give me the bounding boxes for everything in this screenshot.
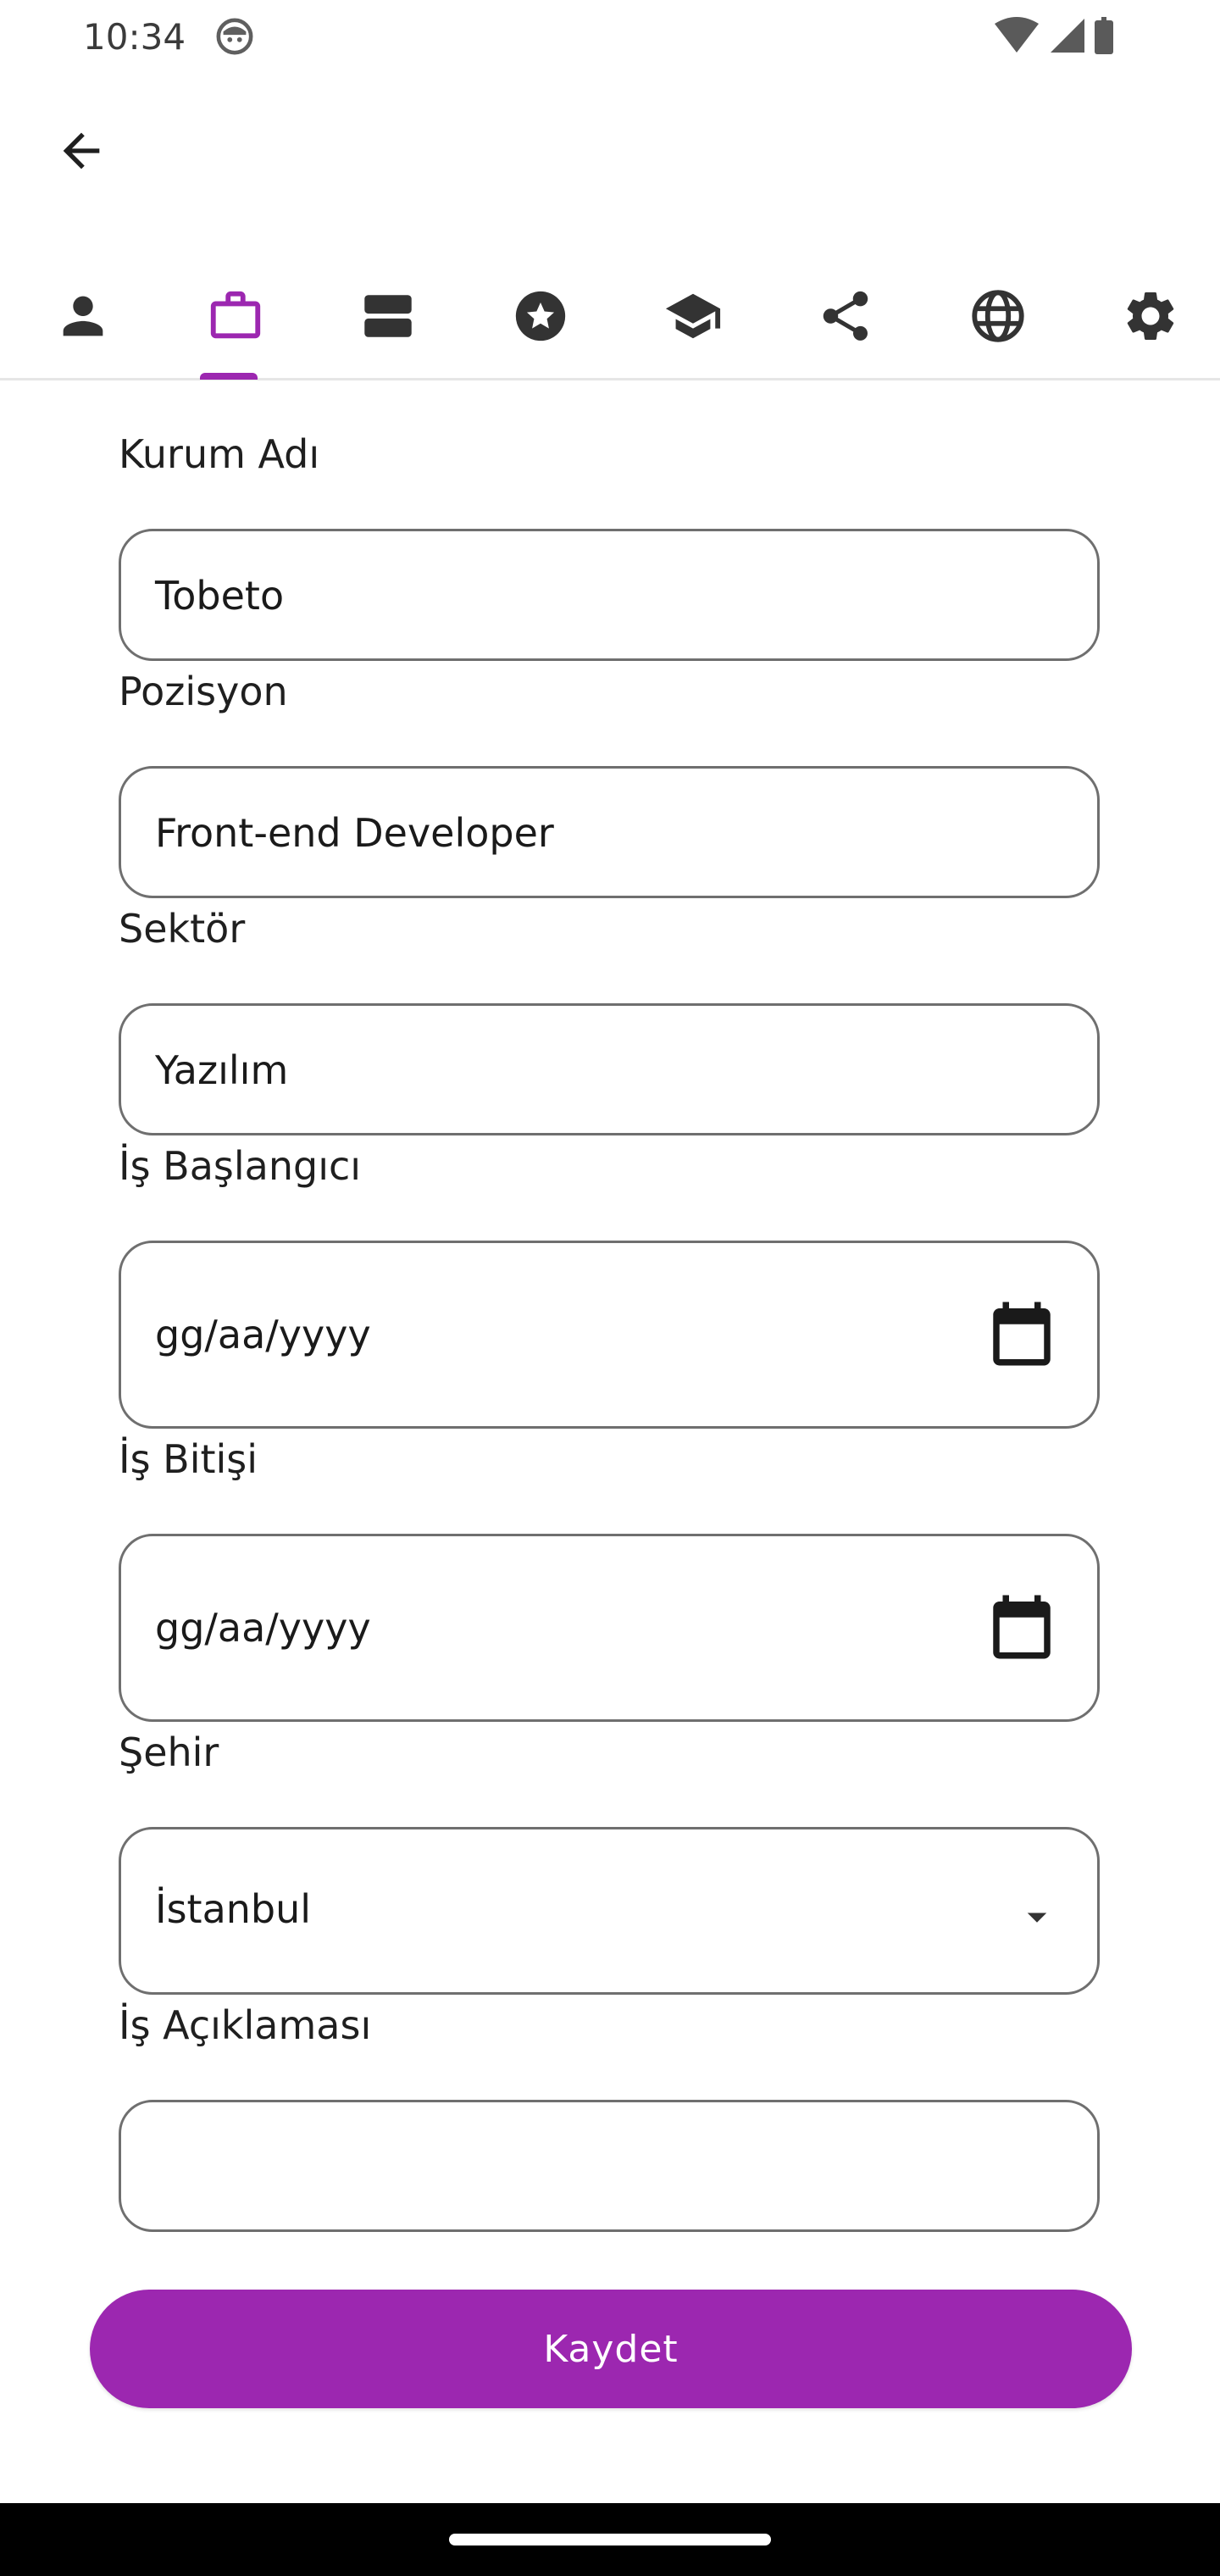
tab-skills[interactable]: [490, 254, 591, 378]
calendar-icon[interactable]: [984, 1296, 1060, 1372]
status-bar: 10:34: [0, 0, 1220, 76]
star-badge-icon: [515, 291, 566, 341]
description-field[interactable]: [119, 2100, 1100, 2232]
home-handle[interactable]: [449, 2534, 771, 2545]
end-date-label: İş Bitişi: [119, 1436, 258, 1482]
storage-icon: [364, 295, 412, 337]
tab-education[interactable]: [642, 254, 744, 378]
tab-settings[interactable]: [1100, 254, 1201, 378]
globe-icon: [972, 290, 1024, 342]
company-value: Tobeto: [155, 573, 285, 619]
start-date-label: İş Başlangıcı: [119, 1143, 362, 1189]
system-status-icons: [995, 17, 1113, 54]
back-button[interactable]: [46, 115, 117, 186]
description-label: İş Açıklaması: [119, 2002, 372, 2048]
city-value: İstanbul: [155, 1886, 312, 1932]
position-field[interactable]: Front-end Developer: [119, 766, 1100, 898]
sector-field[interactable]: Yazılım: [119, 1003, 1100, 1135]
city-dropdown[interactable]: İstanbul: [119, 1827, 1100, 1995]
navigation-bar: [0, 2503, 1220, 2576]
signal-icon: [1051, 19, 1084, 53]
arrow-back-icon: [63, 132, 100, 169]
tab-selected-indicator: [200, 373, 258, 380]
start-date-field[interactable]: gg/aa/yyyy: [119, 1241, 1100, 1429]
person-icon: [63, 296, 103, 336]
company-field[interactable]: Tobeto: [119, 529, 1100, 661]
school-icon: [665, 293, 721, 339]
profile-tabs: [0, 254, 1220, 380]
sector-value: Yazılım: [155, 1047, 289, 1093]
status-time: 10:34: [83, 16, 186, 58]
tab-storage[interactable]: [337, 254, 439, 378]
face-icon: [216, 18, 253, 55]
position-label: Pozisyon: [119, 669, 288, 714]
company-label: Kurum Adı: [119, 431, 320, 477]
briefcase-icon: [210, 291, 261, 339]
tab-experience[interactable]: [185, 254, 286, 378]
start-date-placeholder: gg/aa/yyyy: [155, 1312, 371, 1357]
position-value: Front-end Developer: [155, 810, 554, 856]
gear-icon: [1127, 292, 1174, 340]
share-icon: [823, 291, 868, 341]
tab-social[interactable]: [795, 254, 896, 378]
city-label: Şehir: [119, 1729, 219, 1775]
tab-personal[interactable]: [32, 254, 134, 378]
battery-icon: [1095, 17, 1113, 54]
screen: 10:34 Kurum Adı Tobeto Pozisyon Front-en…: [0, 0, 1220, 2576]
sector-label: Sektör: [119, 906, 246, 952]
calendar-icon[interactable]: [984, 1589, 1060, 1665]
dropdown-arrow-icon: [1027, 1913, 1047, 1923]
save-button[interactable]: Kaydet: [90, 2290, 1132, 2408]
end-date-placeholder: gg/aa/yyyy: [155, 1605, 371, 1651]
wifi-icon: [995, 17, 1039, 53]
tab-languages[interactable]: [947, 254, 1049, 378]
end-date-field[interactable]: gg/aa/yyyy: [119, 1534, 1100, 1722]
